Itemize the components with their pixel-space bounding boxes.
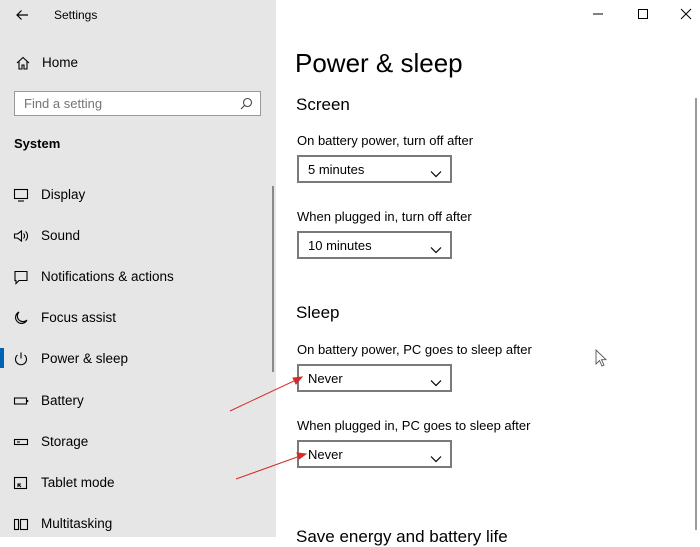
minimize-icon[interactable] bbox=[590, 6, 606, 22]
mouse-cursor-icon bbox=[595, 348, 608, 367]
display-icon bbox=[13, 187, 29, 203]
sidebar-item-label: Display bbox=[41, 187, 86, 202]
sidebar-item-label: Storage bbox=[41, 434, 89, 449]
search-icon[interactable] bbox=[240, 97, 253, 110]
sidebar: Settings Home System Display Sound bbox=[0, 0, 276, 537]
title-bar: Settings bbox=[0, 0, 276, 30]
sleep-plugged-label: When plugged in, PC goes to sleep after bbox=[297, 418, 531, 433]
sidebar-item-home[interactable]: Home bbox=[0, 50, 276, 76]
sidebar-item-label: Tablet mode bbox=[41, 475, 115, 490]
sidebar-item-focus-assist[interactable]: Focus assist bbox=[0, 298, 270, 336]
sidebar-item-label: Power & sleep bbox=[41, 351, 129, 366]
dropdown-value: Never bbox=[308, 447, 343, 462]
battery-icon bbox=[13, 393, 29, 409]
dropdown-value: 5 minutes bbox=[308, 162, 365, 177]
maximize-icon[interactable] bbox=[635, 6, 651, 22]
close-icon[interactable] bbox=[678, 6, 694, 22]
page-title: Power & sleep bbox=[295, 48, 463, 78]
home-icon bbox=[15, 55, 31, 71]
moon-icon bbox=[13, 310, 29, 326]
save-energy-section-title: Save energy and battery life bbox=[296, 527, 508, 546]
sidebar-item-multitasking[interactable]: Multitasking bbox=[0, 504, 270, 542]
storage-icon bbox=[13, 434, 29, 450]
section-label-system: System bbox=[14, 136, 61, 151]
sound-icon bbox=[13, 228, 29, 244]
sidebar-item-label: Multitasking bbox=[41, 516, 113, 531]
tablet-mode-icon bbox=[13, 475, 29, 491]
window-controls bbox=[560, 0, 700, 30]
power-icon bbox=[13, 351, 29, 367]
sleep-battery-label: On battery power, PC goes to sleep after bbox=[297, 342, 532, 357]
content-scrollbar[interactable] bbox=[695, 98, 697, 530]
screen-battery-label: On battery power, turn off after bbox=[297, 133, 474, 148]
sidebar-item-label: Sound bbox=[41, 228, 81, 243]
sidebar-item-notifications[interactable]: Notifications & actions bbox=[0, 257, 270, 295]
sidebar-item-storage[interactable]: Storage bbox=[0, 422, 270, 460]
back-arrow-icon[interactable] bbox=[14, 7, 30, 23]
sidebar-item-label: Battery bbox=[41, 393, 84, 408]
chevron-down-icon bbox=[430, 374, 442, 387]
sidebar-item-label: Focus assist bbox=[41, 310, 117, 325]
sleep-plugged-dropdown[interactable]: Never bbox=[297, 440, 452, 468]
multitasking-icon bbox=[13, 516, 29, 532]
screen-section-title: Screen bbox=[296, 95, 350, 114]
sleep-battery-dropdown[interactable]: Never bbox=[297, 364, 452, 392]
home-label: Home bbox=[42, 55, 79, 70]
chevron-down-icon bbox=[430, 165, 442, 178]
dropdown-value: Never bbox=[308, 371, 343, 386]
sidebar-item-display[interactable]: Display bbox=[0, 175, 270, 213]
chevron-down-icon bbox=[430, 450, 442, 463]
sidebar-item-tablet-mode[interactable]: Tablet mode bbox=[0, 463, 270, 501]
content-pane: Power & sleep Screen On battery power, t… bbox=[276, 0, 700, 546]
app-title: Settings bbox=[54, 8, 98, 22]
sidebar-item-label: Notifications & actions bbox=[41, 269, 174, 284]
screen-battery-dropdown[interactable]: 5 minutes bbox=[297, 155, 452, 183]
notifications-icon bbox=[13, 269, 29, 285]
chevron-down-icon bbox=[430, 241, 442, 254]
sidebar-item-battery[interactable]: Battery bbox=[0, 381, 270, 419]
sidebar-scrollbar[interactable] bbox=[272, 186, 274, 372]
dropdown-value: 10 minutes bbox=[308, 238, 372, 253]
search-box[interactable] bbox=[14, 91, 261, 116]
sleep-section-title: Sleep bbox=[296, 303, 340, 322]
screen-plugged-dropdown[interactable]: 10 minutes bbox=[297, 231, 452, 259]
search-input[interactable] bbox=[15, 92, 244, 115]
sidebar-item-sound[interactable]: Sound bbox=[0, 216, 270, 254]
sidebar-item-power-sleep[interactable]: Power & sleep bbox=[0, 339, 270, 377]
screen-plugged-label: When plugged in, turn off after bbox=[297, 209, 472, 224]
